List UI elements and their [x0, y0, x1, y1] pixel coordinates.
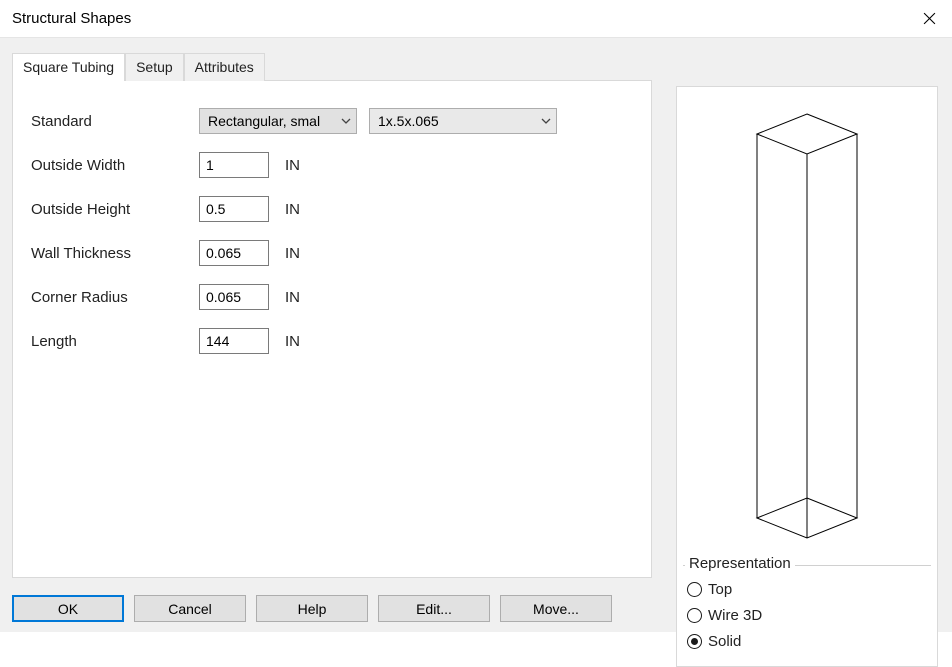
tab-content: Standard Rectangular, smal 1x.5x.065 Out…	[12, 80, 652, 578]
edit-button[interactable]: Edit...	[378, 595, 490, 622]
radio-top-label: Top	[708, 581, 732, 598]
row-corner-radius: Corner Radius IN	[31, 275, 633, 319]
label-outside-height: Outside Height	[31, 201, 199, 218]
unit-outside-height: IN	[285, 201, 300, 218]
preview-panel: Representation Top Wire 3D Solid	[676, 86, 938, 667]
representation-group: Representation Top Wire 3D Solid	[683, 565, 931, 654]
dialog-title: Structural Shapes	[12, 10, 131, 27]
radio-icon	[687, 634, 702, 649]
close-button[interactable]	[906, 3, 952, 35]
left-panel: Square Tubing Setup Attributes Standard …	[12, 52, 654, 578]
dialog-body: Square Tubing Setup Attributes Standard …	[0, 38, 952, 632]
tab-attributes[interactable]: Attributes	[184, 53, 265, 81]
select-standard-category-text: Rectangular, smal	[208, 113, 334, 129]
input-wall-thickness[interactable]	[199, 240, 269, 266]
radio-icon	[687, 608, 702, 623]
button-row: OK Cancel Help Edit... Move...	[12, 595, 612, 622]
unit-wall-thickness: IN	[285, 245, 300, 262]
chevron-down-icon	[340, 115, 352, 127]
label-length: Length	[31, 333, 199, 350]
radio-wire-3d[interactable]: Wire 3D	[683, 602, 931, 628]
select-standard-category[interactable]: Rectangular, smal	[199, 108, 357, 134]
unit-length: IN	[285, 333, 300, 350]
input-outside-width[interactable]	[199, 152, 269, 178]
chevron-down-icon	[540, 115, 552, 127]
help-button[interactable]: Help	[256, 595, 368, 622]
radio-wire3d-label: Wire 3D	[708, 607, 762, 624]
input-length[interactable]	[199, 328, 269, 354]
row-outside-height: Outside Height IN	[31, 187, 633, 231]
label-wall-thickness: Wall Thickness	[31, 245, 199, 262]
tab-setup[interactable]: Setup	[125, 53, 184, 81]
tab-square-tubing[interactable]: Square Tubing	[12, 53, 125, 81]
shape-preview-icon	[717, 106, 897, 546]
tab-strip: Square Tubing Setup Attributes	[12, 52, 654, 80]
label-standard: Standard	[31, 113, 199, 130]
select-standard-size[interactable]: 1x.5x.065	[369, 108, 557, 134]
unit-outside-width: IN	[285, 157, 300, 174]
cancel-button[interactable]: Cancel	[134, 595, 246, 622]
title-bar: Structural Shapes	[0, 0, 952, 38]
row-outside-width: Outside Width IN	[31, 143, 633, 187]
row-length: Length IN	[31, 319, 633, 363]
label-corner-radius: Corner Radius	[31, 289, 199, 306]
row-wall-thickness: Wall Thickness IN	[31, 231, 633, 275]
preview-area	[677, 87, 937, 565]
unit-corner-radius: IN	[285, 289, 300, 306]
representation-legend: Representation	[685, 555, 795, 572]
row-standard: Standard Rectangular, smal 1x.5x.065	[31, 99, 633, 143]
label-outside-width: Outside Width	[31, 157, 199, 174]
radio-solid-label: Solid	[708, 633, 741, 650]
move-button[interactable]: Move...	[500, 595, 612, 622]
ok-button[interactable]: OK	[12, 595, 124, 622]
input-corner-radius[interactable]	[199, 284, 269, 310]
select-standard-size-text: 1x.5x.065	[378, 113, 534, 129]
close-icon	[923, 12, 936, 25]
radio-top[interactable]: Top	[683, 576, 931, 602]
input-outside-height[interactable]	[199, 196, 269, 222]
radio-icon	[687, 582, 702, 597]
